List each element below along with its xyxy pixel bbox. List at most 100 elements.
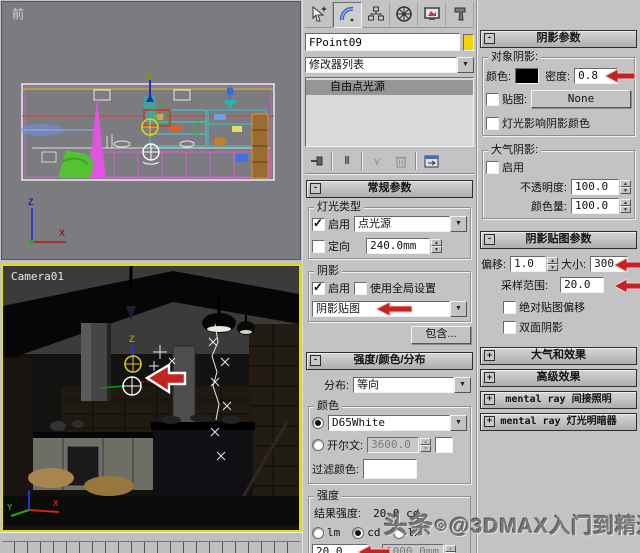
shadow-type-dropdown[interactable]: 阴影贴图 ▼: [312, 301, 467, 317]
color-amount-field[interactable]: 100.0: [571, 198, 619, 214]
collapse-icon: -: [484, 234, 495, 245]
tab-create[interactable]: [305, 2, 333, 26]
tab-hierarchy[interactable]: [362, 2, 390, 26]
use-global-checkbox[interactable]: [354, 281, 367, 295]
opacity-spinner[interactable]: ▲ ▼: [620, 180, 631, 194]
stack-item-selected[interactable]: 自由点光源: [306, 80, 473, 95]
pin-icon: [311, 156, 323, 166]
chevron-down-icon[interactable]: ▼: [450, 301, 467, 317]
svg-text:X: X: [53, 499, 59, 508]
chevron-down-icon[interactable]: ▼: [450, 216, 467, 232]
configure-modifier-sets-button[interactable]: [419, 151, 443, 171]
tab-utilities[interactable]: [446, 2, 474, 26]
distribution-dropdown[interactable]: 等向 ▼: [353, 377, 471, 393]
collapse-icon: -: [310, 355, 321, 366]
object-shadows-group: 对象阴影: 颜色: 密度: 0.8 贴图: None 灯光影响阴影颜色: [482, 50, 636, 136]
light-on-checkbox[interactable]: [312, 216, 325, 231]
unit-cd-radio[interactable]: [352, 526, 365, 539]
toolbar-divider: [361, 152, 363, 170]
selected-light-gizmo: Z: [141, 71, 171, 165]
viewport-label: 前: [12, 6, 24, 21]
watermark-brand: 头条: [384, 512, 434, 539]
watermark-handle: @3DMAX入门到精通教学: [449, 515, 640, 538]
tab-display[interactable]: [418, 2, 446, 26]
rollout-mentalray-light-shader[interactable]: + mental ray 灯光明暗器: [480, 413, 637, 431]
tab-motion[interactable]: [390, 2, 418, 26]
timeline-ticks: [2, 541, 300, 553]
object-name-field[interactable]: [305, 33, 460, 51]
front-viewport[interactable]: 前 Z Z X: [1, 1, 301, 260]
timeline-ruler[interactable]: [0, 532, 302, 553]
atmosphere-on-checkbox[interactable]: [486, 160, 499, 174]
bias-field[interactable]: 1.0: [510, 256, 547, 272]
size-field[interactable]: 300: [590, 256, 629, 272]
target-distance-spinner[interactable]: ▲ ▼: [431, 239, 442, 253]
modify-icon: [339, 6, 353, 22]
color-preset-radio[interactable]: [312, 417, 324, 429]
utilities-icon: [454, 7, 465, 21]
show-end-result-button[interactable]: ‖: [335, 151, 359, 171]
range-hood: [81, 323, 111, 401]
toutiao-circle-logo-icon: ◎: [435, 516, 449, 532]
color-group: 颜色 D65White ▼ 开尔文: 3600.0 ▲ ▼ 过滤颜色:: [308, 399, 471, 484]
chevron-down-icon[interactable]: ▼: [450, 415, 467, 431]
object-color-swatch[interactable]: [463, 33, 474, 51]
shadows-on-checkbox[interactable]: [312, 280, 325, 295]
kelvin-field[interactable]: 3600.0: [367, 437, 420, 453]
color-preset-dropdown[interactable]: D65White ▼: [328, 415, 467, 431]
annotation-arrow-sample-range: [612, 278, 640, 294]
chevron-down-icon[interactable]: ▼: [454, 377, 471, 393]
filter-color-swatch[interactable]: [363, 459, 418, 479]
sample-range-field[interactable]: 20.0: [560, 277, 605, 293]
viewport-area: 前 Z Z X Z X Y Camera01: [0, 0, 302, 553]
command-panel-tabs: [305, 2, 474, 28]
toolbar-divider: [331, 152, 333, 170]
kelvin-radio[interactable]: [312, 439, 324, 451]
shadow-map-none-button[interactable]: None: [531, 90, 631, 108]
kelvin-spinner[interactable]: ▲ ▼: [420, 438, 432, 452]
rollout-mentalray-indirect[interactable]: + mental ray 间接照明: [480, 391, 637, 409]
modifier-list-dropdown[interactable]: 修改器列表 ▼: [305, 57, 474, 73]
shadow-map-checkbox[interactable]: [486, 92, 499, 106]
viewport-label: Camera01: [11, 270, 64, 283]
rollout-shadow-params[interactable]: - 阴影参数: [480, 30, 637, 48]
remove-modifier-button[interactable]: [389, 151, 413, 171]
two-sided-shadows-checkbox[interactable]: [503, 320, 516, 334]
chevron-down-icon[interactable]: ▼: [457, 57, 474, 73]
watermark: 头条◎@3DMAX入门到精通教学: [384, 505, 640, 540]
unit-lm-radio[interactable]: [312, 526, 324, 539]
camera-viewport[interactable]: Z X Y Camera01: [1, 264, 301, 532]
make-unique-button[interactable]: ⋎: [365, 151, 389, 171]
configure-sets-icon: [424, 155, 438, 167]
targeted-checkbox[interactable]: [312, 239, 325, 253]
rollout-shadow-map-params[interactable]: - 阴影贴图参数: [480, 231, 637, 249]
bias-spinner[interactable]: ▲ ▼: [547, 257, 559, 271]
svg-text:Y: Y: [7, 503, 13, 512]
rollout-general-params[interactable]: - 常规参数: [306, 180, 473, 198]
color-amount-spinner[interactable]: ▲ ▼: [620, 199, 631, 213]
camera-viewport-scene: Z X Y Camera01: [3, 266, 299, 528]
modifier-stack[interactable]: 自由点光源: [305, 77, 474, 147]
stack-toolbar: ‖ ⋎: [305, 149, 474, 174]
lx-distance-field[interactable]: 1000.0mm: [382, 544, 444, 553]
shadow-panel-column: - 阴影参数 对象阴影: 颜色: 密度: 0.8 贴图: None 灯光影响阴影…: [476, 0, 640, 553]
shadow-density-field[interactable]: 0.8: [574, 68, 619, 84]
kelvin-color-swatch[interactable]: [435, 437, 454, 453]
rollout-advanced-effects[interactable]: + 高级效果: [480, 369, 637, 387]
rollout-intensity-color[interactable]: - 强度/颜色/分布: [306, 352, 473, 370]
absolute-map-bias-checkbox[interactable]: [503, 300, 516, 314]
opacity-field[interactable]: 100.0: [571, 179, 619, 195]
intensity-value-field[interactable]: 20.0: [312, 544, 368, 553]
shadows-group: 阴影 启用 使用全局设置 阴影贴图 ▼: [308, 264, 471, 322]
light-affects-checkbox[interactable]: [486, 116, 499, 130]
tab-modify[interactable]: [333, 2, 362, 28]
hierarchy-icon: [367, 6, 384, 21]
pin-stack-button[interactable]: [305, 151, 329, 171]
exclude-button[interactable]: 包含...: [411, 326, 471, 344]
rollout-atmospheres-effects[interactable]: + 大气和效果: [480, 347, 637, 365]
light-type-group: 灯光类型 启用 点光源 ▼ 定向 240.0mm ▲▼: [308, 200, 471, 259]
light-type-dropdown[interactable]: 点光源 ▼: [354, 216, 467, 232]
target-distance-field[interactable]: 240.0mm: [366, 238, 430, 254]
shadow-color-swatch[interactable]: [515, 68, 540, 84]
lx-distance-spinner[interactable]: ▲▼: [445, 545, 456, 553]
